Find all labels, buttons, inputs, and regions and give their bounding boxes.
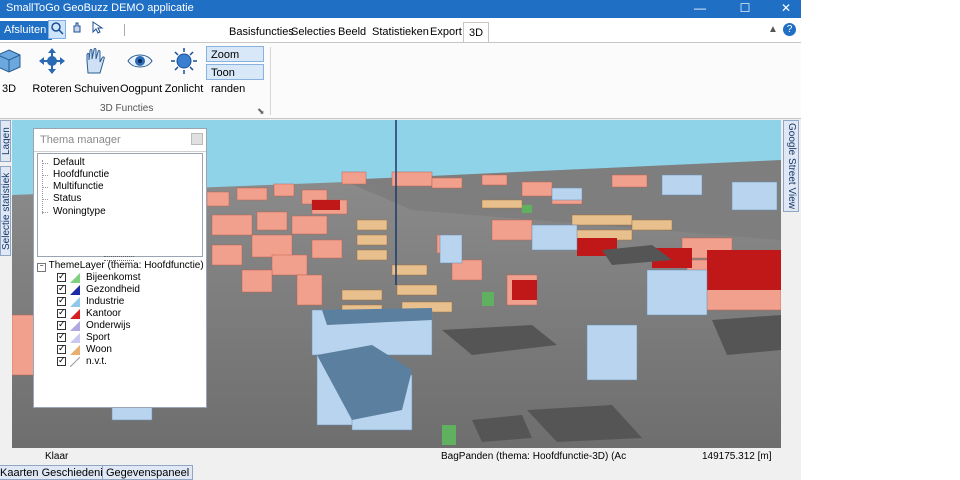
theme-list: Default Hoofdfunctie Multifunctie Status… bbox=[37, 153, 203, 257]
eye-icon bbox=[126, 47, 154, 75]
legend-label: Industrie bbox=[86, 296, 125, 307]
legend-swatch bbox=[70, 332, 80, 343]
collapse-icon[interactable]: − bbox=[37, 263, 46, 272]
hand-icon bbox=[80, 47, 108, 75]
legend-row-kantoor[interactable]: Kantoor bbox=[57, 307, 122, 320]
legend-checkbox[interactable] bbox=[57, 331, 66, 342]
tree-tick bbox=[42, 163, 48, 165]
oogpunt-button-label: Oogpunt bbox=[120, 83, 163, 95]
side-tab-lagen[interactable]: Lagen bbox=[0, 120, 11, 162]
schuiven-button-label: Schuiven bbox=[74, 83, 120, 95]
side-tab-google-street-view[interactable]: Google Street View bbox=[783, 120, 799, 212]
sun-icon bbox=[170, 47, 198, 75]
panel-close-button[interactable] bbox=[191, 133, 203, 145]
qat-separator bbox=[124, 24, 125, 36]
legend-checkbox[interactable] bbox=[57, 283, 66, 294]
zoom-toggle[interactable]: Zoom bbox=[206, 46, 264, 62]
legend-checkbox[interactable] bbox=[57, 343, 66, 354]
status-state: Klaar bbox=[45, 451, 69, 462]
cube-icon bbox=[0, 47, 23, 75]
legend-row-bijeenkomst[interactable]: Bijeenkomst bbox=[57, 271, 141, 284]
minimize-button[interactable]: — bbox=[680, 0, 720, 18]
tab-kaarten-geschiedenis[interactable]: Kaarten Geschiedenis bbox=[0, 465, 113, 480]
oogpunt-button[interactable]: Oogpunt bbox=[120, 47, 163, 95]
layer-root-label: ThemeLayer (thema: Hoofdfunctie) bbox=[48, 260, 204, 271]
ribbon-panel: 3D Roteren Schuiven Oogpunt Zonlicht Zoo… bbox=[0, 42, 801, 119]
maximize-button[interactable]: ☐ bbox=[725, 0, 765, 18]
zonlicht-button-label: Zonlicht bbox=[164, 83, 204, 95]
theme-item-multifunctie[interactable]: Multifunctie bbox=[53, 181, 104, 192]
legend-swatch bbox=[70, 296, 80, 307]
toon-randen-toggle[interactable]: Toon randen bbox=[206, 64, 264, 95]
tree-tick bbox=[42, 187, 48, 189]
close-window-button[interactable]: ✕ bbox=[766, 0, 801, 18]
ribbon-group-separator bbox=[270, 47, 271, 115]
3d-button-label: 3D bbox=[1, 83, 17, 95]
status-layer: BagPanden (thema: Hoofdfunctie-3D) (Ac bbox=[441, 451, 627, 462]
tree-tick bbox=[42, 175, 48, 177]
legend-row-nvt[interactable]: n.v.t. bbox=[57, 355, 107, 368]
tab-3d[interactable]: 3D bbox=[463, 22, 490, 42]
theme-item-hoofdfunctie[interactable]: Hoofdfunctie bbox=[53, 169, 109, 180]
theme-item-woningtype[interactable]: Woningtype bbox=[53, 206, 106, 217]
status-bar: Klaar BagPanden (thema: Hoofdfunctie-3D)… bbox=[0, 449, 801, 476]
legend-swatch bbox=[70, 356, 80, 367]
app-window: SmallToGo GeoBuzz DEMO applicatie — ☐ ✕ … bbox=[0, 0, 801, 480]
roteren-button[interactable]: Roteren bbox=[32, 47, 72, 95]
legend-label: Gezondheid bbox=[86, 284, 140, 295]
move-arrows-icon bbox=[38, 47, 66, 75]
tab-basisfuncties[interactable]: Basisfuncties bbox=[229, 22, 294, 42]
legend-swatch bbox=[70, 284, 80, 295]
title-bar: SmallToGo GeoBuzz DEMO applicatie — ☐ ✕ bbox=[0, 0, 801, 18]
legend-swatch bbox=[70, 320, 80, 331]
collapse-ribbon-icon[interactable]: ▲ bbox=[768, 24, 778, 35]
tab-statistieken[interactable]: Statistieken bbox=[372, 22, 429, 42]
legend-swatch bbox=[70, 344, 80, 355]
tab-gegevenspaneel[interactable]: Gegevenspaneel bbox=[102, 465, 194, 480]
thema-manager-panel: Thema manager Default Hoofdfunctie Multi… bbox=[33, 128, 207, 408]
legend-label: Woon bbox=[86, 344, 112, 355]
help-icon[interactable]: ? bbox=[783, 23, 796, 36]
legend-checkbox[interactable] bbox=[57, 355, 66, 366]
roteren-button-label: Roteren bbox=[32, 83, 72, 95]
bottom-tab-bar: Kaarten Geschiedenis Gegevenspaneel bbox=[0, 464, 801, 480]
side-tab-selectie-statistiek[interactable]: Selectie statistiek bbox=[0, 166, 11, 256]
schuiven-button[interactable]: Schuiven bbox=[74, 47, 120, 95]
legend-checkbox[interactable] bbox=[57, 307, 66, 318]
3d-button[interactable]: 3D bbox=[0, 47, 24, 95]
pointer-tool-icon[interactable] bbox=[88, 20, 106, 39]
legend-checkbox[interactable] bbox=[57, 295, 66, 306]
legend-row-industrie[interactable]: Industrie bbox=[57, 295, 125, 308]
layer-legend: − ThemeLayer (thema: Hoofdfunctie) Bijee… bbox=[35, 260, 205, 406]
theme-item-status[interactable]: Status bbox=[53, 193, 81, 204]
legend-checkbox[interactable] bbox=[57, 271, 66, 282]
afsluiten-button[interactable]: Afsluiten bbox=[0, 21, 53, 40]
legend-swatch bbox=[70, 308, 80, 319]
legend-label: Bijeenkomst bbox=[86, 272, 141, 283]
select-tool-icon[interactable] bbox=[48, 20, 66, 39]
theme-item-default[interactable]: Default bbox=[53, 157, 85, 168]
legend-checkbox[interactable] bbox=[57, 319, 66, 330]
legend-swatch bbox=[70, 272, 80, 283]
tab-selecties[interactable]: Selecties bbox=[291, 22, 336, 42]
zonlicht-button[interactable]: Zonlicht bbox=[164, 47, 204, 95]
legend-row-gezondheid[interactable]: Gezondheid bbox=[57, 283, 140, 296]
thema-manager-title: Thema manager bbox=[34, 129, 206, 152]
ribbon-group-label: 3D Functies bbox=[100, 103, 154, 114]
pan-tool-icon[interactable] bbox=[68, 20, 86, 39]
tab-beeld[interactable]: Beeld bbox=[338, 22, 366, 42]
legend-row-onderwijs[interactable]: Onderwijs bbox=[57, 319, 131, 332]
legend-label: n.v.t. bbox=[86, 356, 107, 367]
group-launcher-icon[interactable]: ⬊ bbox=[257, 106, 265, 117]
legend-label: Onderwijs bbox=[86, 320, 131, 331]
legend-label: Kantoor bbox=[86, 308, 122, 319]
tab-export[interactable]: Export bbox=[430, 22, 462, 42]
tree-tick bbox=[42, 212, 48, 214]
tree-tick bbox=[42, 199, 48, 201]
window-title: SmallToGo GeoBuzz DEMO applicatie bbox=[6, 2, 194, 14]
legend-label: Sport bbox=[86, 332, 110, 343]
